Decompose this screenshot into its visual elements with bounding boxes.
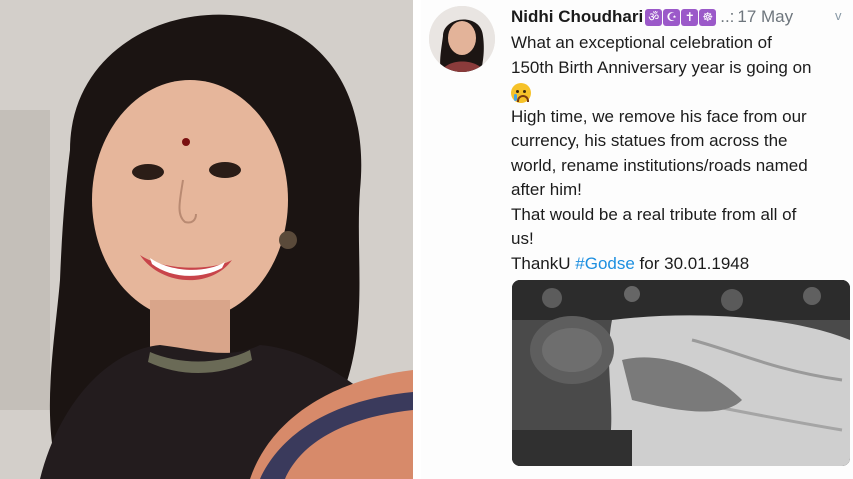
author-name[interactable]: Nidhi Choudhari — [511, 7, 643, 27]
tweet-line: High time, we remove his face from our — [511, 106, 807, 126]
tweet-header: Nidhi Choudhari ॐ ☪ ✝ ☸ ..: 17 May — [511, 6, 793, 28]
chevron-down-icon[interactable]: v — [835, 8, 842, 23]
tweet-line: currency, his statues from across the — [511, 131, 788, 150]
avatar[interactable] — [429, 6, 495, 72]
tweet-date[interactable]: 17 May — [737, 7, 793, 27]
panel-divider — [413, 0, 421, 479]
emoji-badges: ॐ ☪ ✝ ☸ — [645, 8, 717, 26]
tweet-card: Nidhi Choudhari ॐ ☪ ✝ ☸ ..: 17 May v Wha… — [421, 0, 853, 479]
tweet-line: us! — [511, 229, 534, 248]
cross-icon: ✝ — [681, 8, 699, 26]
om-icon: ॐ — [645, 8, 663, 26]
crying-face-icon — [511, 82, 531, 103]
avatar-illustration — [429, 6, 495, 72]
closing-suffix: for 30.01.1948 — [639, 253, 750, 273]
tweet-line: What an exceptional celebration of — [511, 33, 772, 52]
name-ellipsis: ..: — [720, 7, 735, 26]
tweet-line: world, rename institutions/roads named — [511, 155, 808, 175]
tweet-line: 150th Birth Anniversary year is going on — [511, 57, 812, 77]
tweet-line-emoji — [511, 80, 851, 105]
photo-illustration — [0, 0, 413, 479]
tweet-media-image[interactable] — [512, 280, 850, 466]
media-illustration — [512, 280, 850, 466]
profile-photo — [0, 0, 413, 479]
tweet-line: after him! — [511, 180, 582, 199]
hashtag-link[interactable]: #Godse — [575, 254, 635, 273]
tweet-closing-line: ThankU #Godse for 30.01.1948 — [511, 252, 851, 277]
star-crescent-icon: ☪ — [663, 8, 681, 26]
tweet-line: That would be a real tribute from all of — [511, 204, 797, 224]
dharma-wheel-icon: ☸ — [699, 8, 717, 26]
tweet-text: What an exceptional celebration of 150th… — [511, 31, 851, 276]
closing-prefix: ThankU — [511, 253, 571, 273]
